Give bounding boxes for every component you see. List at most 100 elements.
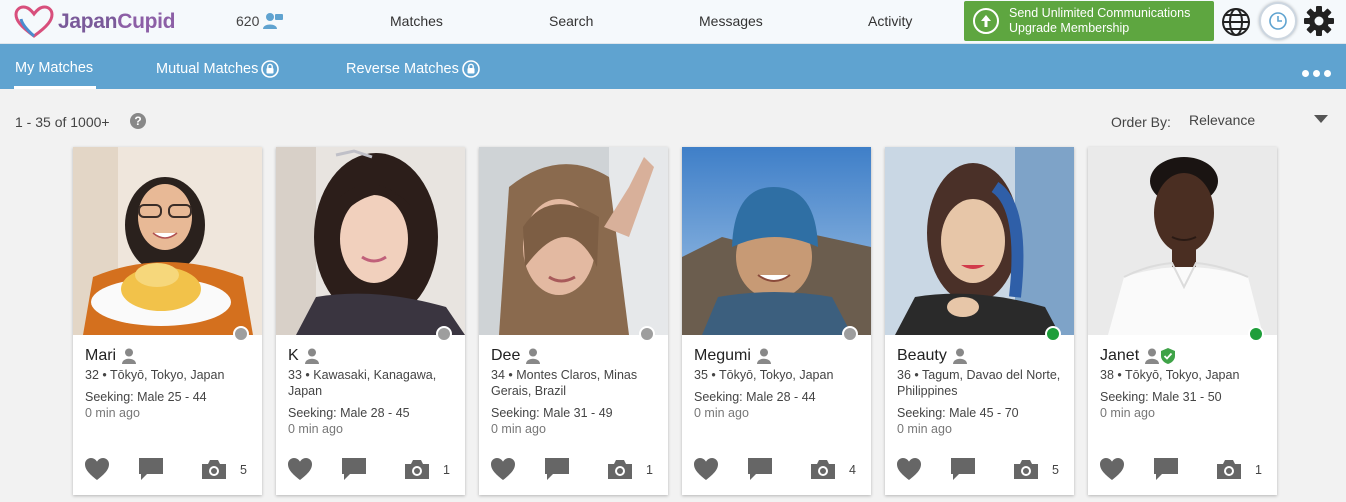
order-by-select[interactable]: Relevance <box>1189 112 1331 132</box>
profile-card[interactable]: Mari 32 • Tōkyō, Tokyo, Japan Seeking: M… <box>73 147 262 495</box>
profile-photo[interactable] <box>682 147 871 335</box>
heart-icon[interactable] <box>287 457 313 481</box>
card-actions: 1 <box>276 457 465 483</box>
profile-details: 33 • Kawasaki, Kanagawa, Japan Seeking: … <box>288 367 456 437</box>
offline-status-dot <box>436 326 452 342</box>
logo[interactable]: JapanCupid <box>14 5 175 39</box>
profile-name-row: Dee <box>491 347 541 365</box>
profile-photo[interactable] <box>479 147 668 335</box>
profile-name[interactable]: Beauty <box>897 347 947 365</box>
globe-icon[interactable] <box>1220 6 1252 43</box>
card-actions: 5 <box>885 457 1074 483</box>
heart-icon[interactable] <box>84 457 110 481</box>
profile-card[interactable]: Dee 34 • Montes Claros, Minas Gerais, Br… <box>479 147 668 495</box>
profile-card[interactable]: Beauty 36 • Tagum, Davao del Norte, Phil… <box>885 147 1074 495</box>
order-by-label: Order By: <box>1111 114 1171 130</box>
profile-name[interactable]: K <box>288 347 299 365</box>
chevron-down-icon <box>1314 115 1328 123</box>
lock-icon <box>261 60 280 78</box>
seeking-text: Seeking: Male 28 - 45 <box>288 406 410 420</box>
profile-card[interactable]: Janet 38 • Tōkyō, Tokyo, Japan Seeking: … <box>1088 147 1277 495</box>
profile-name[interactable]: Mari <box>85 347 116 365</box>
photo-count: 1 <box>646 463 653 477</box>
heart-icon[interactable] <box>693 457 719 481</box>
tab-mutual-matches[interactable]: Mutual Matches <box>156 60 280 78</box>
more-options-icon[interactable] <box>1302 70 1331 77</box>
nav-messages[interactable]: Messages <box>699 13 763 29</box>
photo-count: 1 <box>1255 463 1262 477</box>
message-icon[interactable] <box>138 457 164 481</box>
heart-icon[interactable] <box>490 457 516 481</box>
offline-status-dot <box>842 326 858 342</box>
message-icon[interactable] <box>1153 457 1179 481</box>
camera-icon[interactable] <box>404 458 430 480</box>
message-icon[interactable] <box>747 457 773 481</box>
profile-details: 36 • Tagum, Davao del Norte, Philippines… <box>897 367 1065 437</box>
users-online-icon <box>263 13 284 29</box>
gear-icon[interactable] <box>1303 5 1335 42</box>
profile-details: 34 • Montes Claros, Minas Gerais, Brazil… <box>491 367 659 437</box>
person-icon <box>1145 348 1160 364</box>
top-bar: JapanCupid 620 Matches Search Messages A… <box>0 0 1346 44</box>
camera-icon[interactable] <box>1013 458 1039 480</box>
heart-icon[interactable] <box>1099 457 1125 481</box>
upgrade-membership-button[interactable]: Send Unlimited Communications Upgrade Me… <box>964 1 1214 41</box>
card-actions: 1 <box>479 457 668 483</box>
camera-icon[interactable] <box>1216 458 1242 480</box>
seeking-text: Seeking: Male 31 - 50 <box>1100 390 1222 404</box>
age-location: 32 • Tōkyō, Tokyo, Japan <box>85 368 225 382</box>
tab-my-matches[interactable]: My Matches <box>15 60 93 76</box>
tab-reverse-matches[interactable]: Reverse Matches <box>346 60 480 78</box>
message-icon[interactable] <box>950 457 976 481</box>
account-avatar-button[interactable] <box>1259 2 1297 40</box>
matches-subnav: My Matches Mutual Matches Reverse Matche… <box>0 44 1346 89</box>
camera-icon[interactable] <box>201 458 227 480</box>
profile-card[interactable]: Megumi 35 • Tōkyō, Tokyo, Japan Seeking:… <box>682 147 871 495</box>
last-active: 0 min ago <box>897 422 952 436</box>
profile-details: 38 • Tōkyō, Tokyo, Japan Seeking: Male 3… <box>1100 367 1268 421</box>
nav-search[interactable]: Search <box>549 13 593 29</box>
profile-photo[interactable] <box>885 147 1074 335</box>
online-count-value: 620 <box>236 13 260 29</box>
photo-count: 5 <box>1052 463 1059 477</box>
profile-name[interactable]: Megumi <box>694 347 751 365</box>
person-icon <box>122 348 137 364</box>
profile-name-row: Janet <box>1100 347 1176 365</box>
profile-photo[interactable] <box>1088 147 1277 335</box>
seeking-text: Seeking: Male 31 - 49 <box>491 406 613 420</box>
profile-name-row: Beauty <box>897 347 967 365</box>
profile-photo[interactable] <box>73 147 262 335</box>
heart-icon[interactable] <box>896 457 922 481</box>
profile-name[interactable]: Janet <box>1100 347 1139 365</box>
camera-icon[interactable] <box>607 458 633 480</box>
card-actions: 1 <box>1088 457 1277 483</box>
last-active: 0 min ago <box>288 422 343 436</box>
tab-label: Mutual Matches <box>156 61 259 77</box>
tab-label: My Matches <box>15 60 94 76</box>
photo-count: 5 <box>240 463 247 477</box>
nav-matches[interactable]: Matches <box>390 13 443 29</box>
profile-name[interactable]: Dee <box>491 347 520 365</box>
seeking-text: Seeking: Male 25 - 44 <box>85 390 207 404</box>
photo-count: 4 <box>849 463 856 477</box>
age-location: 35 • Tōkyō, Tokyo, Japan <box>694 368 834 382</box>
profile-card[interactable]: K 33 • Kawasaki, Kanagawa, Japan Seeking… <box>276 147 465 495</box>
message-icon[interactable] <box>341 457 367 481</box>
camera-icon[interactable] <box>810 458 836 480</box>
help-icon[interactable]: ? <box>130 113 146 129</box>
logo-text: JapanCupid <box>58 10 176 33</box>
profile-photo[interactable] <box>276 147 465 335</box>
profile-name-row: K <box>288 347 319 365</box>
tab-label: Reverse Matches <box>346 61 459 77</box>
offline-status-dot <box>233 326 249 342</box>
card-actions: 4 <box>682 457 871 483</box>
arrow-up-icon <box>973 8 999 34</box>
lock-icon <box>462 60 480 78</box>
person-icon <box>304 348 319 364</box>
online-count[interactable]: 620 <box>236 11 284 31</box>
age-location: 34 • Montes Claros, Minas Gerais, Brazil <box>491 368 638 398</box>
heart-logo-icon <box>14 5 54 38</box>
message-icon[interactable] <box>544 457 570 481</box>
nav-activity[interactable]: Activity <box>868 13 912 29</box>
seeking-text: Seeking: Male 45 - 70 <box>897 406 1019 420</box>
